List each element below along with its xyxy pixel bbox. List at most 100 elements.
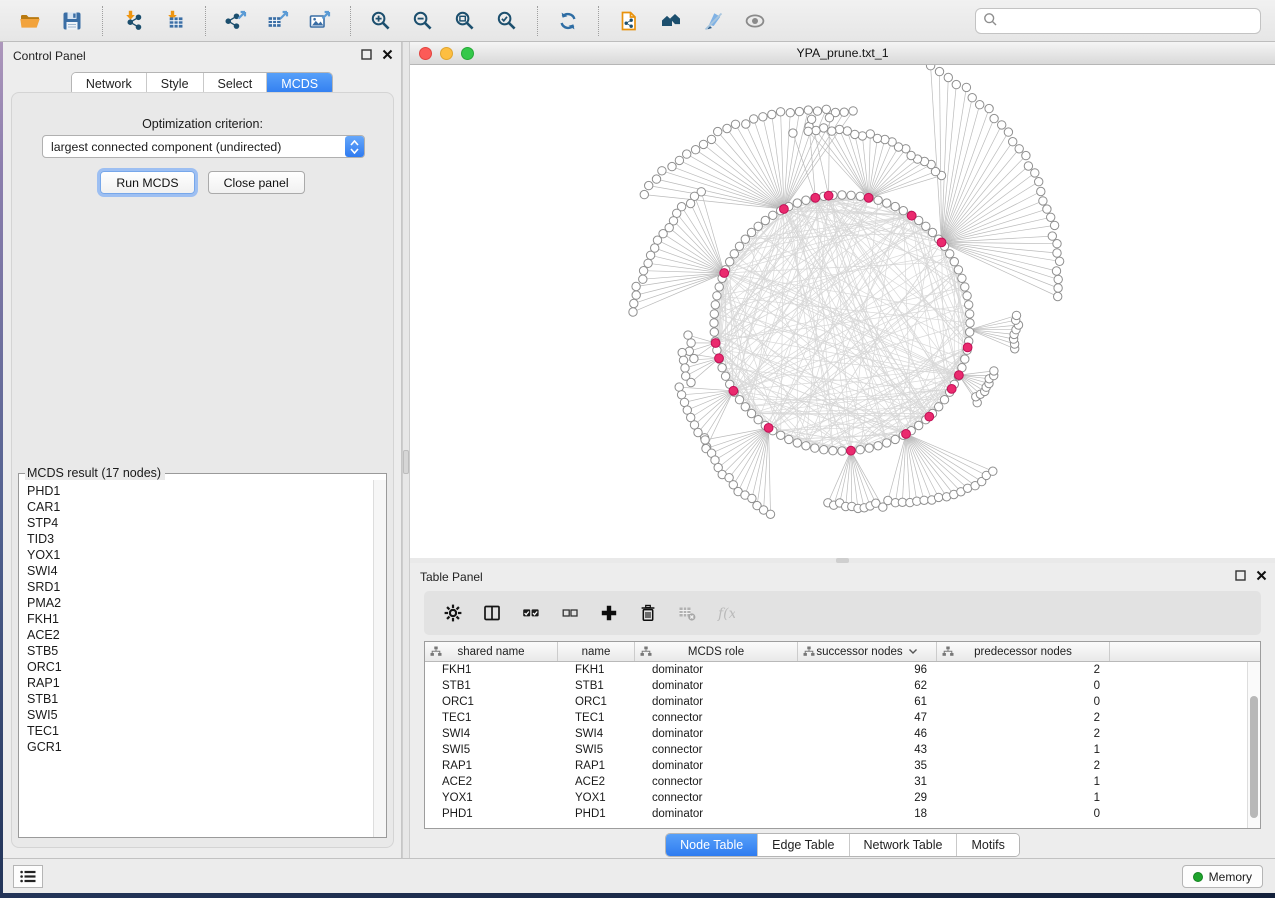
- cell-shared_name[interactable]: SWI5: [425, 742, 558, 758]
- table-row[interactable]: PHD1PHD1dominator180: [425, 806, 1260, 822]
- mcds-result-item[interactable]: SWI4: [27, 563, 386, 579]
- cell-predecessor_nodes[interactable]: 1: [937, 790, 1110, 806]
- table-row[interactable]: ORC1ORC1dominator610: [425, 694, 1260, 710]
- tab-network-table[interactable]: Network Table: [849, 834, 957, 856]
- cell-mcds_role[interactable]: connector: [635, 710, 798, 726]
- search-input[interactable]: [1003, 11, 1260, 31]
- cell-name[interactable]: FKH1: [558, 662, 635, 678]
- mcds-result-item[interactable]: SWI5: [27, 707, 386, 723]
- export-table-button[interactable]: [261, 4, 295, 38]
- column-header-predecessor-nodes[interactable]: predecessor nodes: [937, 642, 1110, 661]
- cell-shared_name[interactable]: RAP1: [425, 758, 558, 774]
- mcds-result-list[interactable]: PHD1CAR1STP4TID3YOX1SWI4SRD1PMA2FKH1ACE2…: [19, 480, 386, 837]
- mcds-result-item[interactable]: PMA2: [27, 595, 386, 611]
- table-row[interactable]: SWI4SWI4dominator462: [425, 726, 1260, 742]
- cell-shared_name[interactable]: ACE2: [425, 774, 558, 790]
- memory-button[interactable]: Memory: [1182, 865, 1263, 888]
- cell-successor_nodes[interactable]: 47: [798, 710, 937, 726]
- cell-predecessor_nodes[interactable]: 0: [937, 694, 1110, 710]
- mcds-result-item[interactable]: STB5: [27, 643, 386, 659]
- cell-mcds_role[interactable]: connector: [635, 774, 798, 790]
- delete-column-button[interactable]: [633, 598, 663, 628]
- mcds-result-item[interactable]: STP4: [27, 515, 386, 531]
- cell-successor_nodes[interactable]: 29: [798, 790, 937, 806]
- settings-gear-button[interactable]: [438, 598, 468, 628]
- table-row[interactable]: SWI5SWI5connector431: [425, 742, 1260, 758]
- cell-mcds_role[interactable]: connector: [635, 742, 798, 758]
- table-row[interactable]: STB1STB1dominator620: [425, 678, 1260, 694]
- select-all-checkboxes-button[interactable]: [516, 598, 546, 628]
- cell-mcds_role[interactable]: dominator: [635, 662, 798, 678]
- export-network-button[interactable]: [219, 4, 253, 38]
- deselect-all-checkboxes-button[interactable]: [555, 598, 585, 628]
- cell-successor_nodes[interactable]: 35: [798, 758, 937, 774]
- task-history-button[interactable]: [13, 865, 43, 888]
- cell-shared_name[interactable]: TEC1: [425, 710, 558, 726]
- mcds-result-item[interactable]: RAP1: [27, 675, 386, 691]
- vertical-splitter[interactable]: [402, 42, 410, 858]
- mcds-result-item[interactable]: TEC1: [27, 723, 386, 739]
- network-window-titlebar[interactable]: YPA_prune.txt_1: [410, 42, 1275, 65]
- table-row[interactable]: YOX1YOX1connector291: [425, 790, 1260, 806]
- cell-mcds_role[interactable]: dominator: [635, 726, 798, 742]
- export-image-button[interactable]: [303, 4, 337, 38]
- cell-shared_name[interactable]: FKH1: [425, 662, 558, 678]
- cell-shared_name[interactable]: SWI4: [425, 726, 558, 742]
- cell-name[interactable]: SWI5: [558, 742, 635, 758]
- table-row[interactable]: RAP1RAP1dominator352: [425, 758, 1260, 774]
- table-row[interactable]: ACE2ACE2connector311: [425, 774, 1260, 790]
- close-panel-icon[interactable]: [382, 49, 393, 60]
- zoom-selected-button[interactable]: [490, 4, 524, 38]
- refresh-button[interactable]: [551, 4, 585, 38]
- mcds-result-item[interactable]: PHD1: [27, 483, 386, 499]
- cell-successor_nodes[interactable]: 18: [798, 806, 937, 822]
- cell-name[interactable]: ORC1: [558, 694, 635, 710]
- cell-successor_nodes[interactable]: 31: [798, 774, 937, 790]
- cell-successor_nodes[interactable]: 62: [798, 678, 937, 694]
- cell-name[interactable]: TEC1: [558, 710, 635, 726]
- import-network-button[interactable]: [116, 4, 150, 38]
- close-panel-icon[interactable]: [1256, 570, 1267, 581]
- column-header-MCDS-role[interactable]: MCDS role: [635, 642, 798, 661]
- zoom-out-button[interactable]: [406, 4, 440, 38]
- tab-edge-table[interactable]: Edge Table: [757, 834, 848, 856]
- mcds-result-item[interactable]: SRD1: [27, 579, 386, 595]
- share-document-button[interactable]: [612, 4, 646, 38]
- cell-predecessor_nodes[interactable]: 0: [937, 806, 1110, 822]
- column-header-successor-nodes[interactable]: successor nodes: [798, 642, 937, 661]
- import-table-button[interactable]: [158, 4, 192, 38]
- split-panel-button[interactable]: [477, 598, 507, 628]
- cell-name[interactable]: RAP1: [558, 758, 635, 774]
- cell-mcds_role[interactable]: dominator: [635, 758, 798, 774]
- column-header-name[interactable]: name: [558, 642, 635, 661]
- tab-node-table[interactable]: Node Table: [666, 834, 757, 856]
- column-header-shared-name[interactable]: shared name: [425, 642, 558, 661]
- optimization-criterion-select[interactable]: largest connected component (undirected): [42, 135, 365, 158]
- cell-predecessor_nodes[interactable]: 0: [937, 678, 1110, 694]
- cell-mcds_role[interactable]: connector: [635, 790, 798, 806]
- mcds-result-item[interactable]: YOX1: [27, 547, 386, 563]
- home-button[interactable]: [654, 4, 688, 38]
- cell-mcds_role[interactable]: dominator: [635, 694, 798, 710]
- save-session-button[interactable]: [55, 4, 89, 38]
- mcds-result-item[interactable]: ACE2: [27, 627, 386, 643]
- table-scrollbar[interactable]: [1247, 662, 1260, 828]
- cell-shared_name[interactable]: YOX1: [425, 790, 558, 806]
- mcds-list-scrollbar[interactable]: [373, 480, 386, 837]
- splitter-grip[interactable]: [403, 450, 409, 474]
- cell-name[interactable]: ACE2: [558, 774, 635, 790]
- cell-name[interactable]: YOX1: [558, 790, 635, 806]
- zoom-in-button[interactable]: [364, 4, 398, 38]
- open-session-button[interactable]: [13, 4, 47, 38]
- cell-shared_name[interactable]: ORC1: [425, 694, 558, 710]
- cell-predecessor_nodes[interactable]: 2: [937, 726, 1110, 742]
- cell-predecessor_nodes[interactable]: 2: [937, 662, 1110, 678]
- cell-predecessor_nodes[interactable]: 1: [937, 742, 1110, 758]
- add-column-button[interactable]: [594, 598, 624, 628]
- search-box[interactable]: [975, 8, 1261, 34]
- cell-shared_name[interactable]: STB1: [425, 678, 558, 694]
- marker-off-button[interactable]: [696, 4, 730, 38]
- cell-name[interactable]: SWI4: [558, 726, 635, 742]
- table-row[interactable]: FKH1FKH1dominator962: [425, 662, 1260, 678]
- float-panel-icon[interactable]: [1235, 570, 1246, 581]
